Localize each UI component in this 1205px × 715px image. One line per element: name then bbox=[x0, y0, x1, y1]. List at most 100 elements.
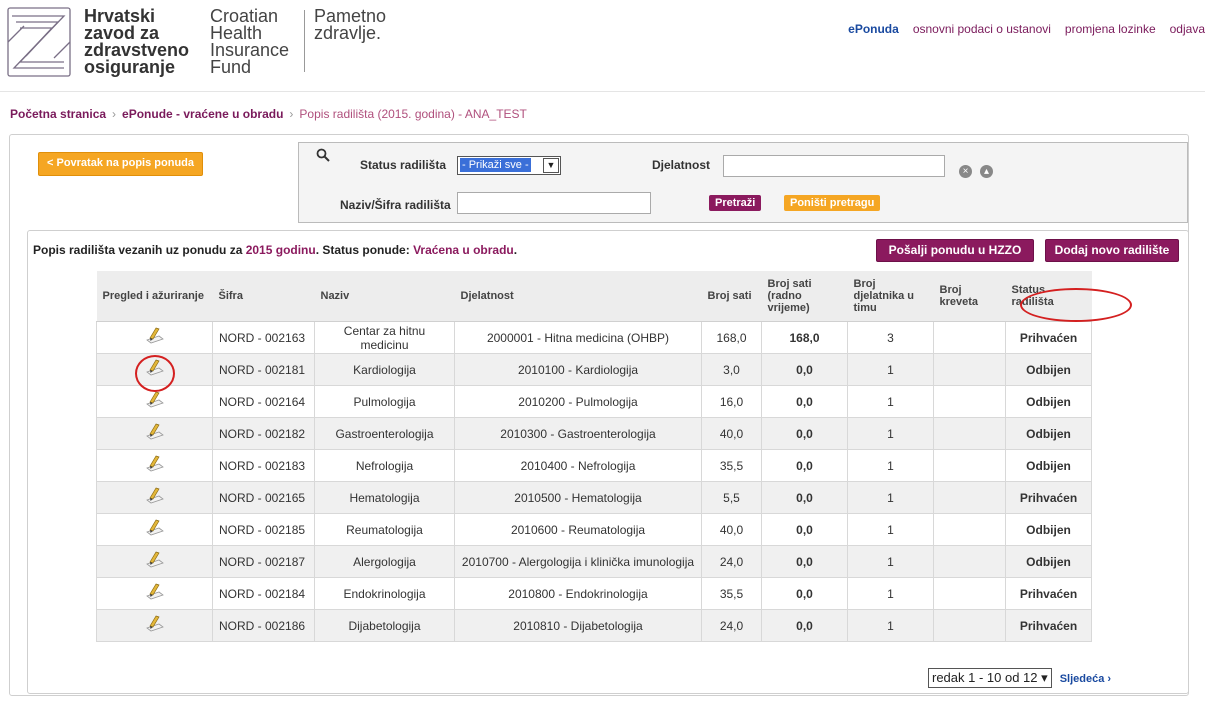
cell-broj-sati: 35,5 bbox=[701, 449, 762, 482]
breadcrumb-returned-offers[interactable]: ePonude - vraćene u obradu bbox=[122, 107, 283, 121]
cell-sifra: NORD - 002186 bbox=[212, 609, 315, 642]
cell-djelatnici: 1 bbox=[847, 609, 934, 642]
table-row: NORD - 002186 Dijabetologija 2010810 - Dij… bbox=[96, 609, 1092, 642]
nav-institution-data[interactable]: osnovni podaci o ustanovi bbox=[913, 22, 1051, 36]
cell-naziv: Nefrologija bbox=[314, 449, 455, 482]
col-header-djelatnici: Broj djelatnika u timu bbox=[847, 271, 934, 322]
cell-broj-sati: 5,5 bbox=[701, 481, 762, 514]
nav-logout[interactable]: odjava bbox=[1170, 22, 1205, 36]
cell-sifra: NORD - 002185 bbox=[212, 513, 315, 546]
cell-broj-sati: 40,0 bbox=[701, 417, 762, 450]
reset-search-button[interactable]: Poništi pretragu bbox=[784, 195, 881, 211]
table-row: NORD - 002183 Nefrologija 2010400 - Nefrol… bbox=[96, 449, 1092, 482]
back-to-offers-button[interactable]: < Povratak na popis ponuda bbox=[38, 152, 204, 176]
col-header-review: Pregled i ažuriranje bbox=[96, 271, 213, 322]
col-header-naziv: Naziv bbox=[314, 271, 455, 322]
cell-sifra: NORD - 002181 bbox=[212, 353, 315, 386]
table-row: NORD - 002184 Endokrinologija 2010800 - En… bbox=[96, 577, 1092, 610]
cell-naziv: Kardiologija bbox=[314, 353, 455, 386]
cell-naziv: Reumatologija bbox=[314, 513, 455, 546]
cell-kreveti bbox=[933, 321, 1006, 354]
cell-status: Odbijen bbox=[1005, 417, 1092, 450]
cell-status: Odbijen bbox=[1005, 513, 1092, 546]
cell-sifra: NORD - 002182 bbox=[212, 417, 315, 450]
page-range-select[interactable]: redak 1 - 10 od 12 ▾ bbox=[928, 668, 1052, 688]
send-offer-button[interactable]: Pošalji ponudu u HZZO bbox=[876, 239, 1034, 262]
cell-kreveti bbox=[933, 577, 1006, 610]
table-row: NORD - 002163 Centar za hitnu medicinu 200… bbox=[96, 321, 1092, 354]
table-row: NORD - 002165 Hematologija 2010500 - Hemat… bbox=[96, 481, 1092, 514]
breadcrumb-home[interactable]: Početna stranica bbox=[10, 107, 106, 121]
cell-naziv: Gastroenterologija bbox=[314, 417, 455, 450]
cell-djelatnost: 2010700 - Alergologija i klinička imunol… bbox=[454, 545, 702, 578]
breadcrumb-separator: › bbox=[289, 107, 294, 121]
edit-cell[interactable] bbox=[96, 321, 213, 354]
cell-djelatnost: 2010500 - Hematologija bbox=[454, 481, 702, 514]
breadcrumb: Početna stranica › ePonude - vraćene u obr… bbox=[10, 107, 527, 121]
top-navigation: ePonuda osnovni podaci o ustanovi promjena… bbox=[834, 22, 1205, 36]
cell-djelatnici: 1 bbox=[847, 481, 934, 514]
naziv-filter-label: Naziv/Šifra radilišta bbox=[340, 198, 451, 212]
cell-radno-vrijeme: 0,0 bbox=[761, 513, 848, 546]
cell-radno-vrijeme: 0,0 bbox=[761, 577, 848, 610]
cell-radno-vrijeme: 0,0 bbox=[761, 481, 848, 514]
cell-djelatnost: 2010800 - Endokrinologija bbox=[454, 577, 702, 610]
cell-kreveti bbox=[933, 385, 1006, 418]
chevron-down-icon: ▼ bbox=[543, 158, 559, 173]
edit-cell[interactable] bbox=[96, 449, 213, 482]
cell-naziv: Endokrinologija bbox=[314, 577, 455, 610]
naziv-filter-input[interactable] bbox=[457, 192, 651, 214]
cell-kreveti bbox=[933, 481, 1006, 514]
cell-sifra: NORD - 002187 bbox=[212, 545, 315, 578]
cell-status: Prihvaćen bbox=[1005, 321, 1092, 354]
edit-pencil-icon bbox=[145, 551, 164, 568]
collapse-icon[interactable]: ▴ bbox=[980, 165, 993, 178]
cell-djelatnici: 1 bbox=[847, 545, 934, 578]
cell-radno-vrijeme: 0,0 bbox=[761, 385, 848, 418]
status-filter-select[interactable]: - Prikaži sve - ▼ bbox=[457, 156, 561, 175]
edit-cell[interactable] bbox=[96, 545, 213, 578]
edit-pencil-icon bbox=[145, 615, 164, 632]
cell-kreveti bbox=[933, 609, 1006, 642]
next-page-link[interactable]: Sljedeća › bbox=[1060, 673, 1111, 685]
edit-cell[interactable] bbox=[96, 513, 213, 546]
clear-icon[interactable]: × bbox=[959, 165, 972, 178]
cell-djelatnost: 2010200 - Pulmologija bbox=[454, 385, 702, 418]
edit-cell[interactable] bbox=[96, 417, 213, 450]
cell-status: Odbijen bbox=[1005, 385, 1092, 418]
nav-change-password[interactable]: promjena lozinke bbox=[1065, 22, 1156, 36]
nav-eponuda[interactable]: ePonuda bbox=[848, 22, 899, 36]
cell-radno-vrijeme: 0,0 bbox=[761, 449, 848, 482]
add-worksite-button[interactable]: Dodaj novo radilište bbox=[1045, 239, 1179, 262]
cell-kreveti bbox=[933, 449, 1006, 482]
edit-pencil-icon bbox=[145, 391, 164, 408]
djelatnost-input[interactable] bbox=[723, 155, 945, 177]
col-header-kreveti: Broj kreveta bbox=[933, 271, 1006, 322]
edit-cell[interactable] bbox=[96, 609, 213, 642]
search-button[interactable]: Pretraži bbox=[709, 195, 762, 211]
edit-pencil-icon bbox=[145, 519, 164, 536]
djelatnost-label: Djelatnost bbox=[652, 158, 711, 172]
edit-pencil-icon bbox=[145, 423, 164, 440]
cell-djelatnost: 2010810 - Dijabetologija bbox=[454, 609, 702, 642]
table-row: NORD - 002185 Reumatologija 2010600 - Reum… bbox=[96, 513, 1092, 546]
cell-kreveti bbox=[933, 417, 1006, 450]
status-filter-label: Status radilišta bbox=[360, 158, 447, 172]
edit-pencil-icon bbox=[145, 327, 164, 344]
cell-broj-sati: 3,0 bbox=[701, 353, 762, 386]
cell-broj-sati: 40,0 bbox=[701, 513, 762, 546]
brand-name-en: Croatian Health Insurance Fund bbox=[210, 6, 290, 77]
table-header-row: Pregled i ažuriranje Šifra Naziv Djelatn… bbox=[96, 271, 1092, 322]
cell-broj-sati: 168,0 bbox=[701, 321, 762, 354]
cell-status: Odbijen bbox=[1005, 449, 1092, 482]
cell-djelatnost: 2000001 - Hitna medicina (OHBP) bbox=[454, 321, 702, 354]
cell-djelatnici: 1 bbox=[847, 513, 934, 546]
edit-cell[interactable] bbox=[96, 481, 213, 514]
cell-naziv: Centar za hitnu medicinu bbox=[314, 321, 455, 354]
worksites-table: Pregled i ažuriranje Šifra Naziv Djelatn… bbox=[96, 271, 1092, 642]
edit-cell[interactable] bbox=[96, 577, 213, 610]
table-row: NORD - 002187 Alergologija 2010700 - Alerg… bbox=[96, 545, 1092, 578]
cell-radno-vrijeme: 168,0 bbox=[761, 321, 848, 354]
cell-status: Odbijen bbox=[1005, 545, 1092, 578]
status-filter-value: - Prikaži sve - bbox=[460, 158, 531, 172]
